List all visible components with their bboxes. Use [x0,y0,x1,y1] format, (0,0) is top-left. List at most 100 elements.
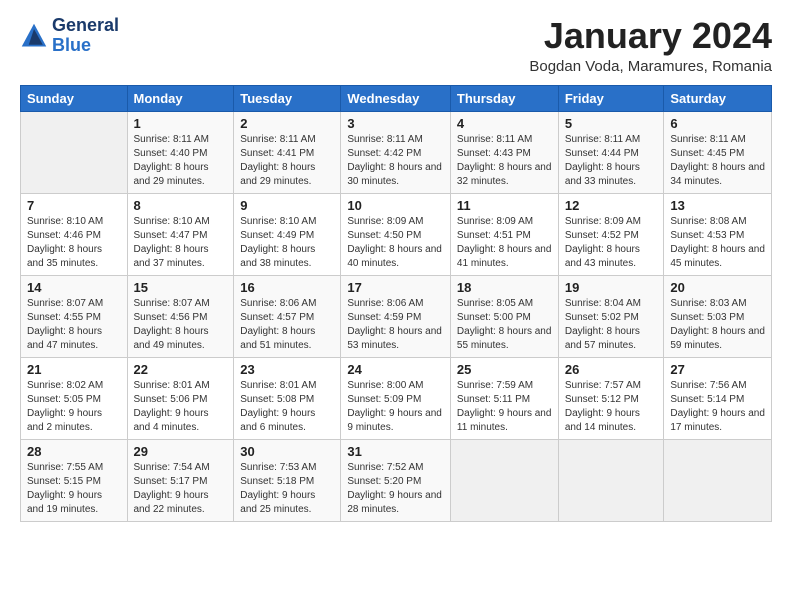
day-number: 8 [134,198,228,213]
calendar-cell [664,439,772,521]
location-title: Bogdan Voda, Maramures, Romania [529,58,772,75]
day-number: 20 [670,280,765,295]
day-info: Sunrise: 7:57 AMSunset: 5:12 PMDaylight:… [565,379,658,435]
weekday-header-saturday: Saturday [664,85,772,111]
day-info: Sunrise: 8:11 AMSunset: 4:44 PMDaylight:… [565,133,658,189]
day-number: 25 [457,362,552,377]
month-title: January 2024 [529,16,772,56]
day-number: 11 [457,198,552,213]
day-info: Sunrise: 8:11 AMSunset: 4:45 PMDaylight:… [670,133,765,189]
day-info: Sunrise: 8:09 AMSunset: 4:51 PMDaylight:… [457,215,552,271]
calendar-cell: 9 Sunrise: 8:10 AMSunset: 4:49 PMDaylight… [234,193,341,275]
day-number: 2 [240,116,334,131]
calendar-cell: 18 Sunrise: 8:05 AMSunset: 5:00 PMDayligh… [450,275,558,357]
calendar-cell: 7Sunrise: 8:10 AMSunset: 4:46 PMDaylight… [21,193,128,275]
day-number: 26 [565,362,658,377]
day-number: 17 [347,280,444,295]
day-info: Sunrise: 8:07 AMSunset: 4:56 PMDaylight:… [134,297,228,353]
day-info: Sunrise: 8:08 AMSunset: 4:53 PMDaylight:… [670,215,765,271]
calendar-cell: 29 Sunrise: 7:54 AMSunset: 5:17 PMDayligh… [127,439,234,521]
title-block: January 2024 Bogdan Voda, Maramures, Rom… [529,16,772,75]
day-info: Sunrise: 7:54 AMSunset: 5:17 PMDaylight:… [134,461,228,517]
day-info: Sunrise: 8:02 AMSunset: 5:05 PMDaylight:… [27,379,121,435]
day-number: 23 [240,362,334,377]
day-number: 5 [565,116,658,131]
calendar-cell: 26 Sunrise: 7:57 AMSunset: 5:12 PMDayligh… [558,357,664,439]
weekday-header-wednesday: Wednesday [341,85,451,111]
day-info: Sunrise: 7:55 AMSunset: 5:15 PMDaylight:… [27,461,121,517]
day-number: 12 [565,198,658,213]
calendar-cell: 13 Sunrise: 8:08 AMSunset: 4:53 PMDayligh… [664,193,772,275]
calendar-cell: 15 Sunrise: 8:07 AMSunset: 4:56 PMDayligh… [127,275,234,357]
calendar-cell: 4 Sunrise: 8:11 AMSunset: 4:43 PMDaylight… [450,111,558,193]
day-number: 22 [134,362,228,377]
calendar-cell [558,439,664,521]
day-number: 9 [240,198,334,213]
calendar-cell: 16 Sunrise: 8:06 AMSunset: 4:57 PMDayligh… [234,275,341,357]
logo-line2: Blue [52,36,119,56]
weekday-header-friday: Friday [558,85,664,111]
calendar-week-row: 21 Sunrise: 8:02 AMSunset: 5:05 PMDayligh… [21,357,772,439]
calendar-cell: 20 Sunrise: 8:03 AMSunset: 5:03 PMDayligh… [664,275,772,357]
weekday-header-monday: Monday [127,85,234,111]
calendar-cell: 21 Sunrise: 8:02 AMSunset: 5:05 PMDayligh… [21,357,128,439]
calendar-week-row: 14 Sunrise: 8:07 AMSunset: 4:55 PMDayligh… [21,275,772,357]
calendar-cell: 2Sunrise: 8:11 AMSunset: 4:41 PMDaylight… [234,111,341,193]
day-info: Sunrise: 8:11 AMSunset: 4:43 PMDaylight:… [457,133,552,189]
day-info: Sunrise: 8:09 AMSunset: 4:52 PMDaylight:… [565,215,658,271]
day-number: 21 [27,362,121,377]
day-info: Sunrise: 8:06 AMSunset: 4:57 PMDaylight:… [240,297,334,353]
calendar-week-row: 28Sunrise: 7:55 AMSunset: 5:15 PMDayligh… [21,439,772,521]
calendar-cell: 10Sunrise: 8:09 AMSunset: 4:50 PMDayligh… [341,193,451,275]
day-info: Sunrise: 8:10 AMSunset: 4:49 PMDaylight:… [240,215,334,271]
day-number: 13 [670,198,765,213]
calendar-cell: 3 Sunrise: 8:11 AMSunset: 4:42 PMDaylight… [341,111,451,193]
day-number: 24 [347,362,444,377]
day-info: Sunrise: 7:53 AMSunset: 5:18 PMDaylight:… [240,461,334,517]
calendar-cell: 8Sunrise: 8:10 AMSunset: 4:47 PMDaylight… [127,193,234,275]
calendar-cell: 19 Sunrise: 8:04 AMSunset: 5:02 PMDayligh… [558,275,664,357]
calendar-cell: 25Sunrise: 7:59 AMSunset: 5:11 PMDayligh… [450,357,558,439]
calendar-cell: 24 Sunrise: 8:00 AMSunset: 5:09 PMDayligh… [341,357,451,439]
calendar-cell: 6Sunrise: 8:11 AMSunset: 4:45 PMDaylight… [664,111,772,193]
day-number: 1 [134,116,228,131]
weekday-header-sunday: Sunday [21,85,128,111]
logo: General Blue [20,16,119,56]
day-info: Sunrise: 8:00 AMSunset: 5:09 PMDaylight:… [347,379,444,435]
day-number: 19 [565,280,658,295]
calendar-cell: 22 Sunrise: 8:01 AMSunset: 5:06 PMDayligh… [127,357,234,439]
day-number: 30 [240,444,334,459]
day-number: 18 [457,280,552,295]
logo-icon [20,22,48,50]
day-number: 16 [240,280,334,295]
calendar-cell: 12 Sunrise: 8:09 AMSunset: 4:52 PMDayligh… [558,193,664,275]
calendar-cell: 14 Sunrise: 8:07 AMSunset: 4:55 PMDayligh… [21,275,128,357]
day-info: Sunrise: 7:52 AMSunset: 5:20 PMDaylight:… [347,461,444,517]
day-info: Sunrise: 8:04 AMSunset: 5:02 PMDaylight:… [565,297,658,353]
day-info: Sunrise: 8:06 AMSunset: 4:59 PMDaylight:… [347,297,444,353]
calendar-cell: 30 Sunrise: 7:53 AMSunset: 5:18 PMDayligh… [234,439,341,521]
day-info: Sunrise: 8:01 AMSunset: 5:06 PMDaylight:… [134,379,228,435]
day-number: 27 [670,362,765,377]
day-number: 14 [27,280,121,295]
calendar-week-row: 1Sunrise: 8:11 AMSunset: 4:40 PMDaylight… [21,111,772,193]
day-number: 31 [347,444,444,459]
logo-line1: General [52,16,119,36]
page-container: General Blue January 2024 Bogdan Voda, M… [0,0,792,532]
calendar-cell [450,439,558,521]
calendar-cell: 23 Sunrise: 8:01 AMSunset: 5:08 PMDayligh… [234,357,341,439]
day-number: 15 [134,280,228,295]
day-number: 3 [347,116,444,131]
day-info: Sunrise: 8:01 AMSunset: 5:08 PMDaylight:… [240,379,334,435]
weekday-header-row: SundayMondayTuesdayWednesdayThursdayFrid… [21,85,772,111]
day-info: Sunrise: 8:07 AMSunset: 4:55 PMDaylight:… [27,297,121,353]
day-number: 29 [134,444,228,459]
day-info: Sunrise: 8:03 AMSunset: 5:03 PMDaylight:… [670,297,765,353]
weekday-header-thursday: Thursday [450,85,558,111]
day-number: 4 [457,116,552,131]
calendar-cell: 27Sunrise: 7:56 AMSunset: 5:14 PMDayligh… [664,357,772,439]
day-info: Sunrise: 8:05 AMSunset: 5:00 PMDaylight:… [457,297,552,353]
day-info: Sunrise: 8:11 AMSunset: 4:42 PMDaylight:… [347,133,444,189]
calendar-cell: 1Sunrise: 8:11 AMSunset: 4:40 PMDaylight… [127,111,234,193]
calendar-week-row: 7Sunrise: 8:10 AMSunset: 4:46 PMDaylight… [21,193,772,275]
